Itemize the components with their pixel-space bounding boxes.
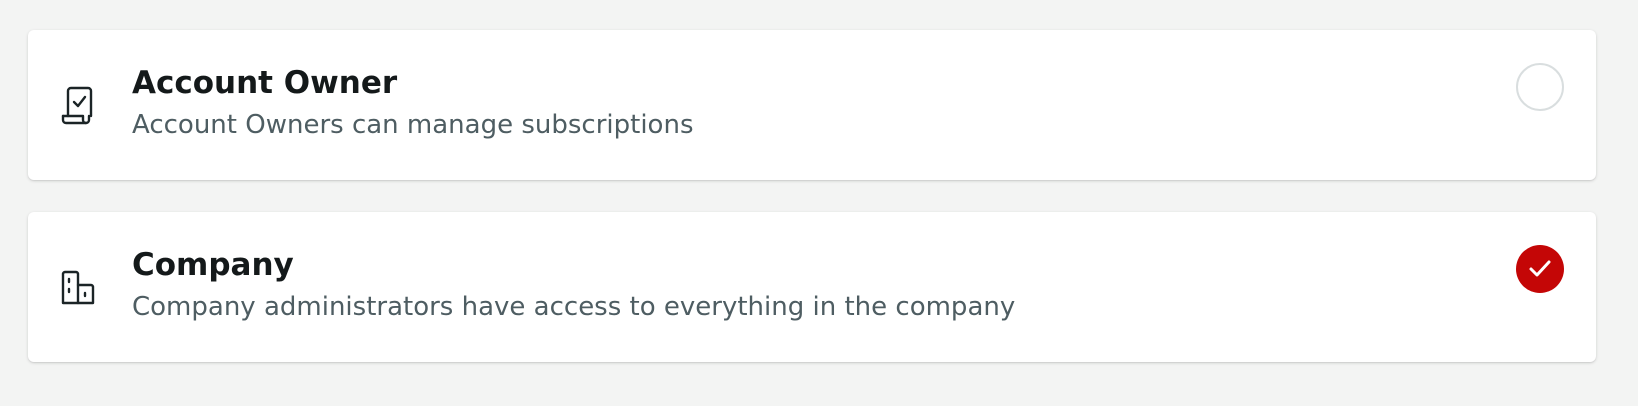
option-text: Account Owner Account Owners can manage … [132, 64, 1456, 143]
radio-button-selected[interactable] [1516, 245, 1564, 293]
role-option-company[interactable]: Company Company administrators have acce… [28, 212, 1596, 362]
option-title: Company [132, 247, 294, 283]
receipt-check-icon [60, 85, 96, 125]
checkmark-icon [1529, 260, 1551, 277]
option-description: Account Owners can manage subscriptions [132, 110, 694, 140]
radio-button-unselected[interactable] [1516, 63, 1564, 111]
option-title: Account Owner [132, 65, 398, 101]
role-option-account-owner[interactable]: Account Owner Account Owners can manage … [28, 30, 1596, 180]
role-options: Account Owner Account Owners can manage … [28, 30, 1596, 394]
buildings-icon [60, 267, 96, 307]
option-text: Company Company administrators have acce… [132, 246, 1456, 325]
option-description: Company administrators have access to ev… [132, 292, 1016, 322]
